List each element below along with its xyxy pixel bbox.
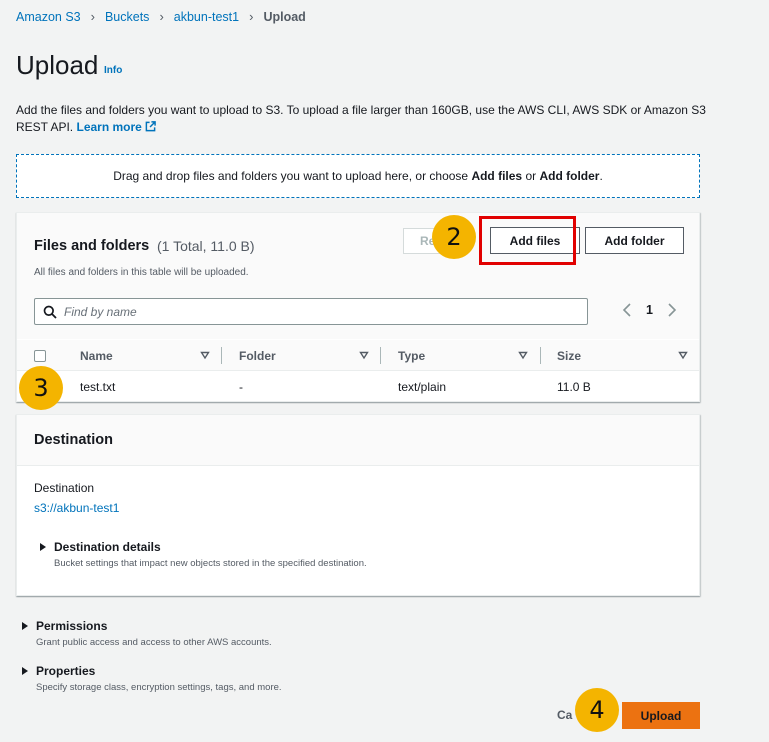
destination-title: Destination [34,432,113,448]
breadcrumb: Amazon S3 › Buckets › akbun-test1 › Uplo… [16,9,306,24]
files-and-folders-panel: Files and folders (1 Total, 11.0 B) All … [16,212,700,402]
chevron-left-icon[interactable] [622,303,632,317]
external-link-icon [145,121,156,132]
caret-right-icon [22,622,28,630]
sort-icon[interactable] [678,350,688,360]
table-header: Name Folder Type Size [17,340,699,371]
cell-type: text/plain [398,380,447,394]
destination-details-title: Destination details [54,540,161,554]
step-badge-2: 2 [432,215,476,259]
chevron-right-icon: › [159,9,164,24]
column-divider[interactable] [540,347,541,364]
cancel-button[interactable]: Ca [557,708,572,722]
properties-title: Properties [36,664,96,678]
properties-desc: Specify storage class, encryption settin… [36,682,282,693]
column-header-name[interactable]: Name [80,340,113,371]
destination-details-text: Destination details Bucket settings that… [54,540,367,569]
learn-more-link[interactable]: Learn more [76,120,156,134]
step-badge-4: 4 [575,688,619,732]
dropzone-add-folder: Add folder [539,169,600,183]
column-header-type[interactable]: Type [398,340,425,371]
add-folder-button[interactable]: Add folder [585,227,684,254]
sort-icon[interactable] [359,350,369,360]
files-title: Files and folders [34,238,150,254]
chevron-right-icon[interactable] [667,303,677,317]
search-box [34,298,588,325]
dropzone-suffix: . [599,169,603,183]
search-icon [43,305,57,319]
permissions-text: Permissions Grant public access and acce… [36,619,272,648]
search-input[interactable] [64,304,544,319]
cell-name: test.txt [80,380,116,394]
destination-details-desc: Bucket settings that impact new objects … [54,558,367,569]
sort-icon[interactable] [518,350,528,360]
step-badge-3: 3 [19,366,63,410]
permissions-title: Permissions [36,619,108,633]
files-description: All files and folders in this table will… [34,267,249,278]
column-divider[interactable] [380,347,381,364]
permissions-desc: Grant public access and access to other … [36,637,272,648]
chevron-right-icon: › [249,9,254,24]
drop-zone[interactable]: Drag and drop files and folders you want… [16,154,700,198]
learn-more-label: Learn more [76,120,142,134]
destination-panel: Destination Destination s3://akbun-test1… [16,414,700,596]
column-divider[interactable] [221,347,222,364]
dropzone-or: or [522,169,540,183]
destination-header [17,415,699,466]
permissions-expander[interactable]: Permissions Grant public access and acce… [21,619,272,648]
page-title: Upload [16,50,99,80]
cell-size: 11.0 B [557,380,591,394]
breadcrumb-current: Upload [263,9,306,24]
add-files-highlight [479,216,576,265]
current-page[interactable]: 1 [646,303,653,317]
dropzone-add-files: Add files [471,169,523,183]
sort-icon[interactable] [200,350,210,360]
caret-right-icon [22,667,28,675]
breadcrumb-amazon-s3[interactable]: Amazon S3 [16,10,81,24]
destination-details-expander[interactable]: Destination details Bucket settings that… [39,540,367,569]
column-header-folder[interactable]: Folder [239,340,276,371]
upload-button[interactable]: Upload [622,702,700,729]
properties-expander[interactable]: Properties Specify storage class, encryp… [21,664,282,693]
select-all-checkbox[interactable] [34,350,46,362]
breadcrumb-buckets[interactable]: Buckets [105,10,149,24]
table-row[interactable]: test.txt - text/plain 11.0 B [17,372,699,402]
properties-text: Properties Specify storage class, encryp… [36,664,282,693]
breadcrumb-bucket[interactable]: akbun-test1 [174,10,239,24]
cell-folder: - [239,380,243,394]
chevron-right-icon: › [90,9,95,24]
intro-text: Add the files and folders you want to up… [16,102,706,136]
info-link[interactable]: Info [104,65,122,76]
column-header-size[interactable]: Size [557,340,581,371]
pagination: 1 [622,303,677,317]
destination-label: Destination [34,481,95,495]
files-count: (1 Total, 11.0 B) [157,238,255,254]
destination-link[interactable]: s3://akbun-test1 [34,501,119,515]
dropzone-text: Drag and drop files and folders you want… [113,169,472,183]
caret-right-icon [40,543,46,551]
